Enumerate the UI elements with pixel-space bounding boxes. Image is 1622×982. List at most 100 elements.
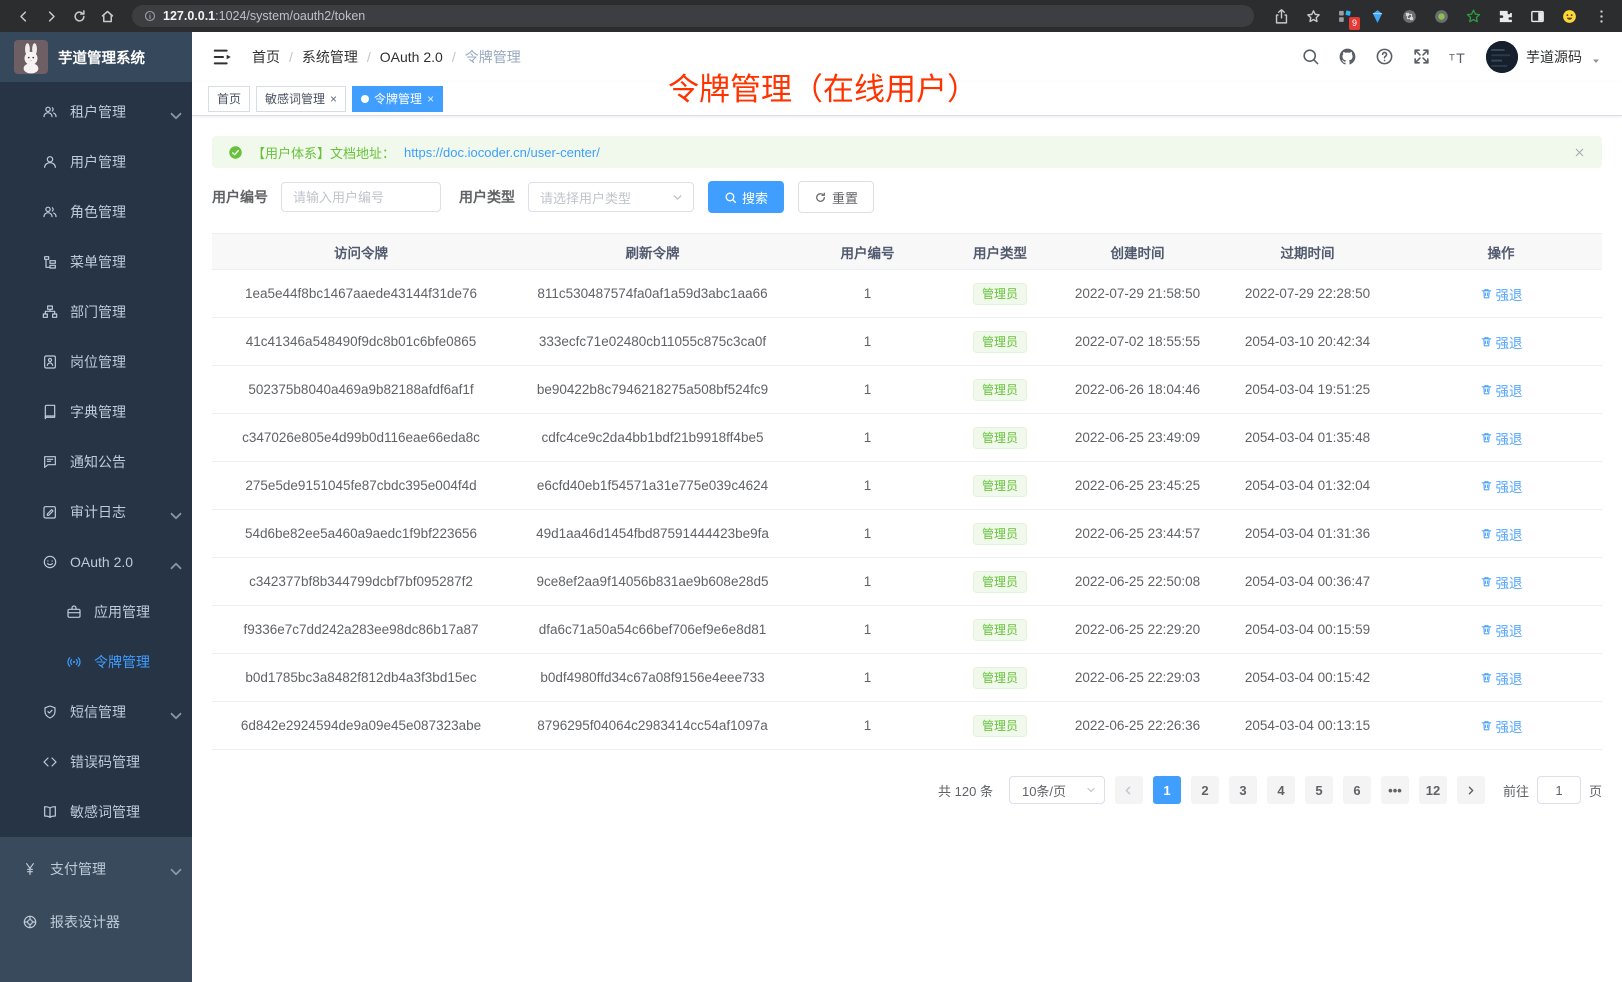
star-icon[interactable]	[1302, 5, 1324, 27]
table-row: b0d1785bc3a8482f812db4a3f3bd15ecb0df4980…	[212, 654, 1602, 702]
page-button-4[interactable]: 4	[1267, 776, 1295, 804]
sidebar-item-pay[interactable]: 支付管理	[0, 842, 192, 895]
tab-令牌管理[interactable]: 令牌管理×	[352, 86, 443, 112]
search-icon[interactable]	[1301, 47, 1321, 67]
split-window-icon[interactable]	[1526, 5, 1548, 27]
force-logout-button[interactable]: 强退	[1480, 668, 1523, 688]
reset-button[interactable]: 重置	[798, 181, 874, 213]
sidebar-item-role[interactable]: 角色管理	[0, 187, 192, 237]
url-text: 127.0.0.1:1024/system/oauth2/token	[163, 9, 365, 23]
doc-link[interactable]: https://doc.iocoder.cn/user-center/	[404, 145, 600, 160]
table-row: 502375b8040a469a9b82188afdf6af1fbe90422b…	[212, 366, 1602, 414]
user-icon	[42, 154, 58, 170]
next-page-icon[interactable]	[1457, 776, 1485, 804]
force-logout-button[interactable]: 强退	[1480, 284, 1523, 304]
tab-close-icon[interactable]: ×	[330, 93, 337, 105]
created-time-cell: 2022-06-25 22:29:20	[1060, 606, 1215, 654]
goto-page-input[interactable]	[1537, 776, 1581, 804]
ext-grid-icon[interactable]: 9	[1334, 5, 1356, 27]
fullscreen-icon[interactable]	[1412, 47, 1432, 67]
sidebar-item-menu[interactable]: 菜单管理	[0, 237, 192, 287]
sidebar-item-tenant[interactable]: 租户管理	[0, 87, 192, 137]
sidebar-item-dept[interactable]: 部门管理	[0, 287, 192, 337]
forward-icon[interactable]	[38, 3, 64, 29]
menu-tree-icon	[42, 254, 58, 270]
tab-close-icon[interactable]: ×	[427, 93, 434, 105]
breadcrumb-item[interactable]: OAuth 2.0	[380, 49, 443, 65]
page-button-6[interactable]: 6	[1343, 776, 1371, 804]
sidebar-item-error-code[interactable]: 错误码管理	[0, 737, 192, 787]
reload-icon[interactable]	[66, 3, 92, 29]
force-logout-button[interactable]: 强退	[1480, 380, 1523, 400]
table-row: c342377bf8b344799dcbf7bf095287f29ce8ef2a…	[212, 558, 1602, 606]
sidebar-item-user[interactable]: 用户管理	[0, 137, 192, 187]
kebab-menu-icon[interactable]	[1590, 5, 1612, 27]
page-button-3[interactable]: 3	[1229, 776, 1257, 804]
force-logout-button[interactable]: 强退	[1480, 476, 1523, 496]
pager-ellipsis[interactable]: •••	[1381, 776, 1409, 804]
force-logout-button[interactable]: 强退	[1480, 716, 1523, 736]
github-icon	[1338, 47, 1357, 66]
sidebar-item-label: 部门管理	[70, 302, 126, 322]
collapse-sidebar-icon[interactable]	[212, 46, 234, 68]
sidebar-item-label: 字典管理	[70, 402, 126, 422]
page-button-2[interactable]: 2	[1191, 776, 1219, 804]
record-circle-icon[interactable]	[1430, 5, 1452, 27]
created-time-cell: 2022-06-25 23:44:57	[1060, 510, 1215, 558]
user-type-select[interactable]: 请选择用户类型	[528, 182, 694, 212]
refresh-token-cell: 8796295f04064c2983414cc54af1097a	[510, 702, 795, 750]
cmd-circle-icon[interactable]	[1398, 5, 1420, 27]
tab-首页[interactable]: 首页	[208, 86, 250, 112]
sidebar-item-oauth2[interactable]: OAuth 2.0	[0, 537, 192, 587]
sidebar-item-oauth2-app[interactable]: 应用管理	[0, 587, 192, 637]
tab-label: 首页	[217, 90, 241, 107]
tab-敏感词管理[interactable]: 敏感词管理×	[256, 86, 346, 112]
page-size-select[interactable]: 10条/页	[1009, 776, 1105, 804]
address-bar[interactable]: 127.0.0.1:1024/system/oauth2/token	[132, 5, 1254, 27]
sidebar-item-sensitive-word[interactable]: 敏感词管理	[0, 787, 192, 837]
column-header: 用户编号	[795, 234, 940, 270]
emoji-icon[interactable]	[1558, 5, 1580, 27]
refresh-token-cell: 9ce8ef2aa9f14056b831ae9b608e28d5	[510, 558, 795, 606]
sidebar-item-notice[interactable]: 通知公告	[0, 437, 192, 487]
help-icon[interactable]	[1375, 47, 1395, 67]
user-id-input[interactable]	[281, 182, 441, 212]
prev-page-icon[interactable]	[1115, 776, 1143, 804]
created-time-cell: 2022-07-02 18:55:55	[1060, 318, 1215, 366]
user-id-label: 用户编号	[212, 187, 268, 207]
app-logo[interactable]: 芋道管理系统	[0, 32, 192, 82]
back-icon[interactable]	[10, 3, 36, 29]
force-logout-button[interactable]: 强退	[1480, 572, 1523, 592]
search-button[interactable]: 搜索	[708, 181, 784, 213]
user-type-label: 用户类型	[459, 187, 515, 207]
force-logout-button[interactable]: 强退	[1480, 620, 1523, 640]
sidebar-item-post[interactable]: 岗位管理	[0, 337, 192, 387]
sidebar-item-oauth2-token[interactable]: 令牌管理	[0, 637, 192, 687]
force-logout-button[interactable]: 强退	[1480, 524, 1523, 544]
puzzle-icon[interactable]	[1494, 5, 1516, 27]
breadcrumb-item[interactable]: 系统管理	[302, 47, 358, 67]
alert-close-icon[interactable]	[1573, 146, 1586, 159]
sidebar-item-dict[interactable]: 字典管理	[0, 387, 192, 437]
share-icon[interactable]	[1270, 5, 1292, 27]
gem-icon[interactable]	[1366, 5, 1388, 27]
page-button-1[interactable]: 1	[1153, 776, 1181, 804]
expire-time-cell: 2054-03-04 01:32:04	[1215, 462, 1400, 510]
github-icon[interactable]	[1338, 47, 1358, 67]
force-logout-button[interactable]: 强退	[1480, 332, 1523, 352]
sidebar-item-label: 应用管理	[94, 602, 150, 622]
page-button-12[interactable]: 12	[1419, 776, 1447, 804]
force-logout-button[interactable]: 强退	[1480, 428, 1523, 448]
sidebar-item-report-designer[interactable]: 报表设计器	[0, 895, 192, 948]
font-size-icon[interactable]: TT	[1449, 47, 1469, 67]
breadcrumb-item[interactable]: 首页	[252, 47, 280, 67]
user-id-cell: 1	[795, 414, 940, 462]
user-menu[interactable]: 芋道源码	[1486, 41, 1602, 73]
sidebar-item-sms[interactable]: 短信管理	[0, 687, 192, 737]
sidebar-item-audit-log[interactable]: 审计日志	[0, 487, 192, 537]
page-button-5[interactable]: 5	[1305, 776, 1333, 804]
user-type-cell: 管理员	[940, 654, 1060, 702]
green-star-icon[interactable]	[1462, 5, 1484, 27]
app-header: 首页/系统管理/OAuth 2.0/令牌管理 TT 芋道源码	[192, 32, 1622, 82]
home-icon[interactable]	[94, 3, 120, 29]
